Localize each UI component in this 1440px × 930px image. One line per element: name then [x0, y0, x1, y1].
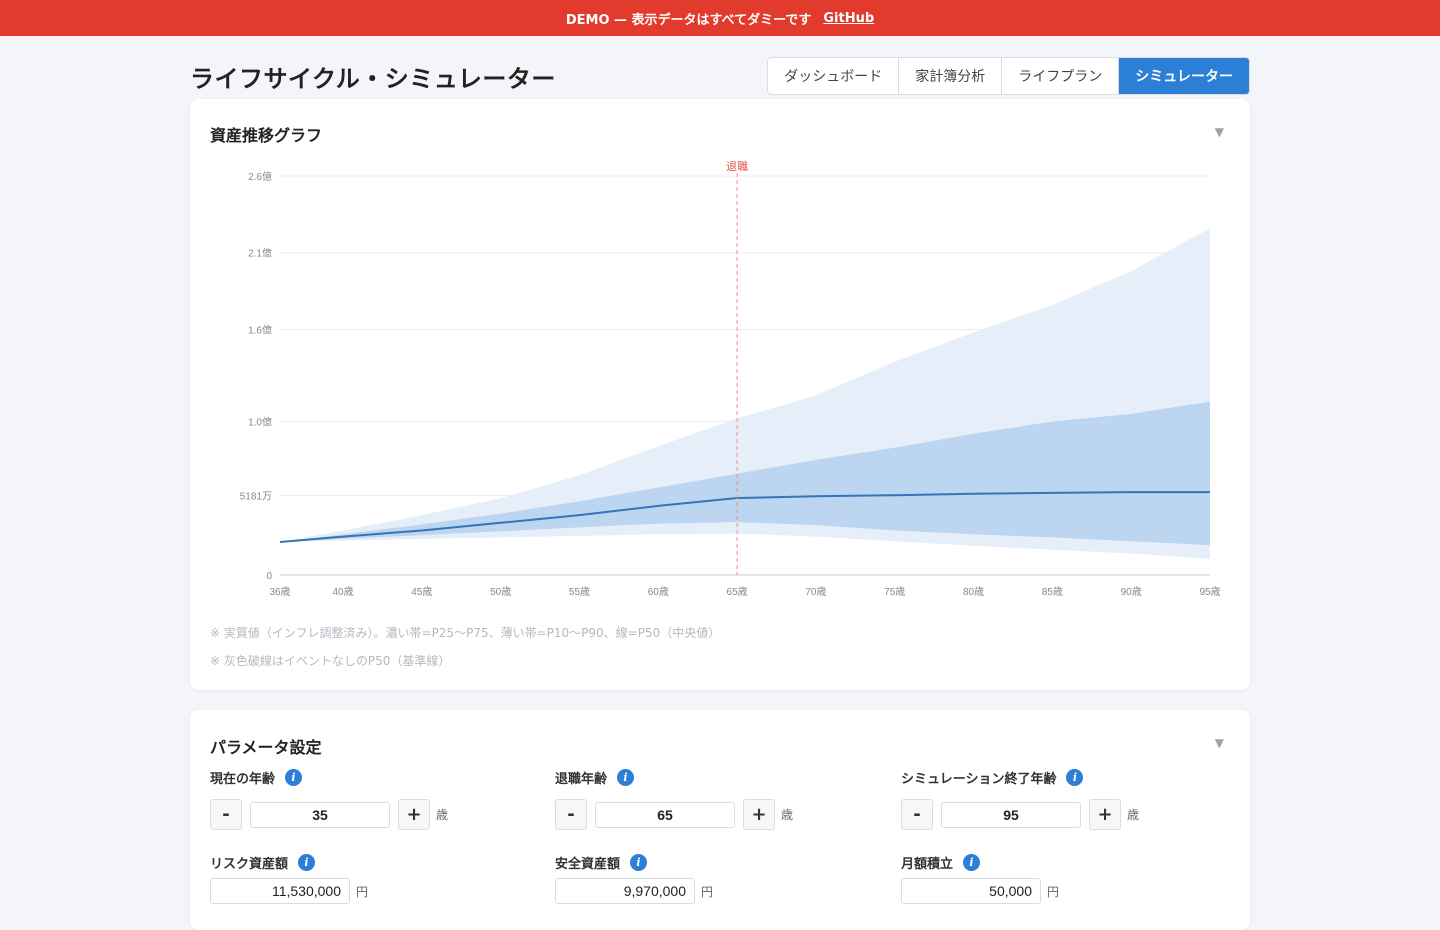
page-header: ライフサイクル・シミュレーター ダッシュボード 家計簿分析 ライフプラン シミュ… [190, 57, 1250, 95]
current-age-decrement-button[interactable]: - [210, 799, 242, 830]
current-age-increment-button[interactable]: + [398, 799, 430, 830]
x-tick-label: 55歳 [569, 586, 590, 598]
retire-age-field: 退職年齢 i - + 歳 [555, 768, 793, 830]
info-icon[interactable]: i [285, 768, 303, 786]
retire-age-unit: 歳 [781, 808, 794, 822]
info-icon[interactable]: i [1066, 768, 1084, 786]
end-age-unit: 歳 [1127, 808, 1140, 822]
y-tick-label: 2.6億 [248, 170, 272, 183]
retirement-label: 退職 [726, 160, 748, 173]
retire-age-increment-button[interactable]: + [743, 799, 775, 830]
current-age-unit: 歳 [436, 808, 449, 822]
safe-assets-input[interactable] [555, 878, 695, 904]
monthly-unit: 円 [1047, 884, 1060, 899]
end-age-decrement-button[interactable]: - [901, 799, 933, 830]
monthly-input[interactable] [901, 878, 1041, 904]
banner-text: DEMO — 表示データはすべてダミーです [565, 12, 812, 28]
github-link[interactable]: GitHub [823, 11, 874, 26]
retire-age-label: 退職年齢 [555, 771, 608, 787]
x-tick-label: 60歳 [648, 586, 669, 598]
monthly-label: 月額積立 [901, 856, 954, 872]
params-collapse-icon[interactable]: ▼ [1215, 736, 1224, 750]
asset-graph-card: 資産推移グラフ ▼ 退職 0 5181万 1.0億 1.6億 2.1億 2.6億 36歳 40… [190, 99, 1250, 690]
page-title: ライフサイクル・シミュレーター [190, 64, 556, 93]
y-tick-label: 2.1億 [248, 247, 272, 260]
safe-assets-field: 安全資産額 i 円 [555, 853, 713, 904]
retire-age-input[interactable] [595, 801, 735, 828]
x-tick-label: 65歳 [727, 586, 748, 598]
y-tick-label: 5181万 [240, 491, 272, 502]
retire-age-decrement-button[interactable]: - [555, 799, 587, 830]
info-icon[interactable]: i [617, 768, 635, 786]
info-icon[interactable]: i [298, 853, 316, 871]
parameter-card: パラメータ設定 ▼ 現在の年齢 i - + 歳 退職年齢 i - + 歳 シミュレー… [190, 710, 1250, 930]
end-age-input[interactable] [941, 801, 1081, 828]
info-icon[interactable]: i [963, 853, 981, 871]
monthly-field: 月額積立 i 円 [901, 853, 1059, 904]
demo-banner: DEMO — 表示データはすべてダミーです GitHub [0, 0, 1440, 36]
safe-assets-unit: 円 [701, 884, 714, 899]
current-age-label: 現在の年齢 [210, 771, 276, 787]
current-age-field: 現在の年齢 i - + 歳 [210, 768, 448, 830]
risk-assets-input[interactable] [210, 878, 350, 904]
current-age-input[interactable] [250, 801, 390, 828]
x-tick-label: 85歳 [1042, 586, 1063, 598]
x-tick-label: 75歳 [884, 586, 905, 598]
params-title: パラメータ設定 [210, 738, 322, 757]
x-tick-label: 95歳 [1199, 586, 1220, 598]
tab-dashboard[interactable]: ダッシュボード [768, 58, 900, 94]
risk-assets-label: リスク資産額 [210, 856, 289, 872]
tab-simulator[interactable]: シミュレーター [1119, 58, 1249, 94]
x-tick-label: 40歳 [332, 586, 353, 598]
risk-assets-field: リスク資産額 i 円 [210, 853, 368, 904]
x-tick-label: 36歳 [269, 586, 290, 598]
y-tick-label: 1.0億 [248, 416, 272, 429]
safe-assets-label: 安全資産額 [555, 856, 621, 872]
x-tick-label: 90歳 [1121, 586, 1142, 598]
x-tick-label: 80歳 [963, 586, 984, 598]
asset-chart: 退職 0 5181万 1.0億 1.6億 2.1億 2.6億 36歳 40歳 45歳 50歳 55歳… [240, 160, 1221, 598]
end-age-increment-button[interactable]: + [1089, 799, 1121, 830]
y-tick-label: 0 [266, 571, 272, 582]
nav-tabs: ダッシュボード 家計簿分析 ライフプラン シミュレーター [767, 57, 1250, 95]
tab-lifeplan[interactable]: ライフプラン [1002, 58, 1120, 94]
end-age-label: シミュレーション終了年齢 [901, 771, 1057, 787]
info-icon[interactable]: i [630, 853, 648, 871]
y-tick-label: 1.6億 [248, 323, 272, 336]
end-age-field: シミュレーション終了年齢 i - + 歳 [901, 768, 1139, 830]
chart-note-1: ※ 実質値（インフレ調整済み）。濃い帯=P25〜P75、薄い帯=P10〜P90、… [210, 626, 721, 640]
x-tick-label: 70歳 [805, 586, 826, 598]
risk-assets-unit: 円 [356, 884, 369, 899]
x-tick-label: 45歳 [411, 586, 432, 598]
chart-note-2: ※ 灰色破線はイベントなしのP50（基準線） [210, 654, 451, 668]
tab-household[interactable]: 家計簿分析 [899, 58, 1003, 94]
x-tick-label: 50歳 [490, 586, 511, 598]
